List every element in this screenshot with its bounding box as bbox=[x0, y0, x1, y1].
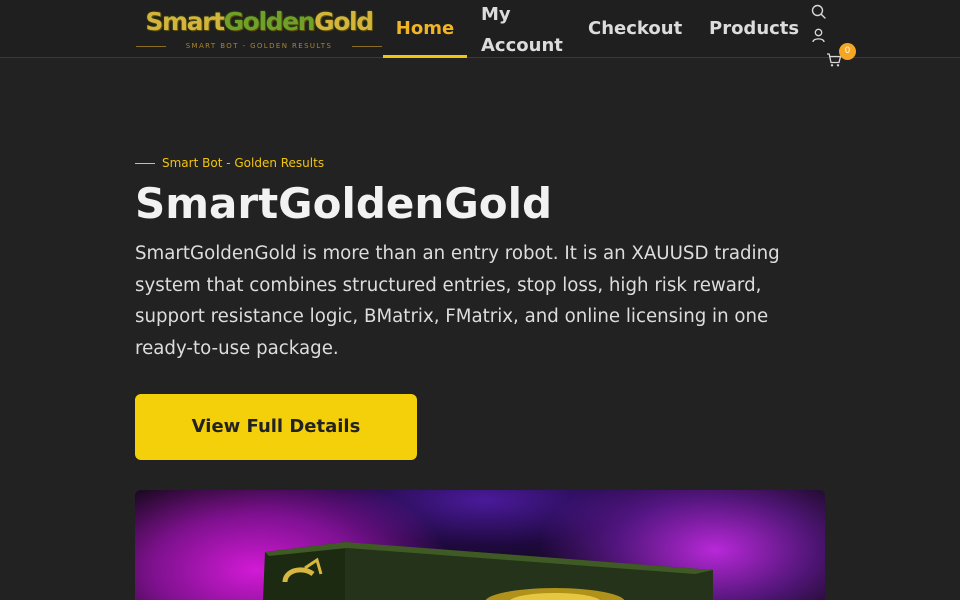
site-header: SmartGoldenGold SMART BOT - GOLDEN RESUL… bbox=[0, 0, 960, 67]
hero-description: SmartGoldenGold is more than an entry ro… bbox=[135, 243, 780, 360]
nav-my-account[interactable]: My Account bbox=[481, 0, 571, 61]
logo-tagline: SMART BOT - GOLDEN RESULTS bbox=[185, 42, 333, 50]
eyebrow-text: Smart Bot - Golden Results bbox=[162, 156, 325, 170]
logo-divider-left bbox=[136, 46, 166, 47]
view-full-details-button[interactable]: View Full Details bbox=[135, 394, 417, 460]
logo-divider-right bbox=[352, 46, 382, 47]
user-icon[interactable] bbox=[810, 27, 828, 45]
hero-title: SmartGoldenGold bbox=[135, 179, 553, 228]
nav-products[interactable]: Products bbox=[709, 13, 799, 44]
product-box-illustration bbox=[263, 542, 713, 600]
product-box-image bbox=[135, 490, 825, 600]
logo-wordmark: SmartGoldenGold bbox=[145, 7, 374, 36]
cart-count-badge: 0 bbox=[839, 43, 856, 60]
eyebrow-line bbox=[135, 162, 155, 164]
nav-home[interactable]: Home bbox=[383, 0, 467, 58]
nav-checkout[interactable]: Checkout bbox=[588, 13, 682, 44]
hero-eyebrow: Smart Bot - Golden Results bbox=[135, 155, 324, 171]
search-icon[interactable] bbox=[810, 3, 828, 21]
site-logo[interactable]: SmartGoldenGold SMART BOT - GOLDEN RESUL… bbox=[136, 6, 382, 52]
